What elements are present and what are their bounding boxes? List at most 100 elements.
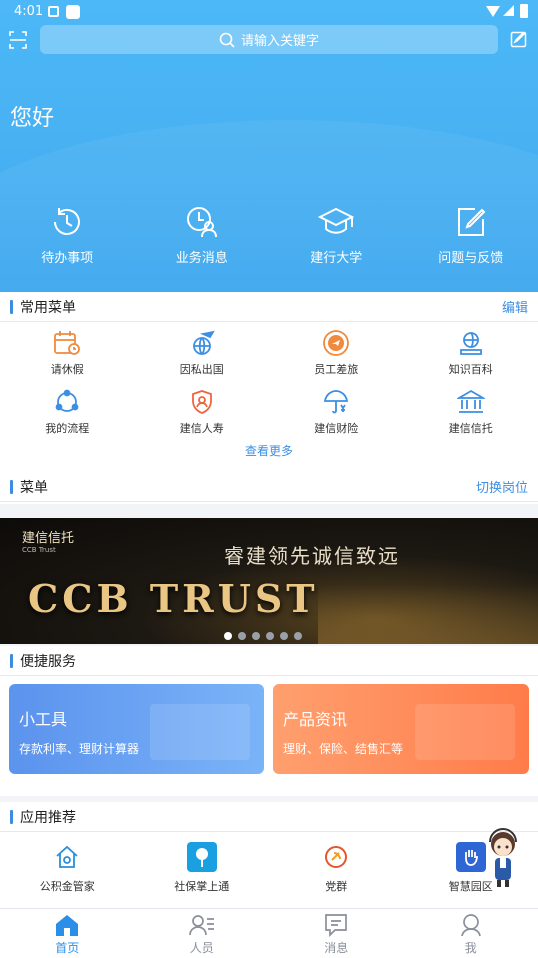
tab-me[interactable]: 我 [404, 909, 538, 958]
tab-home[interactable]: 首页 [0, 909, 135, 958]
book-globe-icon [459, 332, 482, 355]
shield-person-icon [191, 390, 212, 414]
bank-building-icon [456, 389, 485, 413]
search-input[interactable]: 请输入关键字 [40, 25, 498, 54]
menu-item-label: 建信信托 [448, 422, 493, 435]
menu-item-label: 请休假 [50, 363, 84, 376]
section-marker [10, 809, 13, 824]
carousel-dot[interactable] [224, 632, 232, 640]
menu-item-label: 我的流程 [45, 422, 90, 435]
convenient-header: 便捷服务 [0, 646, 538, 676]
tree-icon [186, 842, 217, 872]
view-more-button[interactable]: 查看更多 [0, 440, 538, 468]
banner-brand-sub: CCB Trust [22, 546, 56, 554]
menu-item-knowledge[interactable]: 知识百科 [404, 322, 538, 381]
menu-item-label: 知识百科 [448, 363, 493, 376]
person-icon [460, 914, 481, 937]
quick-action-label: 问题与反馈 [438, 251, 504, 266]
clock-back-icon [54, 208, 81, 235]
app-housing-fund[interactable]: 公积金管家 [0, 832, 135, 904]
banner-logo: 建信信托 CCB Trust [22, 527, 74, 554]
greeting: 您好 [10, 106, 55, 131]
section-marker [10, 479, 13, 494]
menu-header: 菜单 切换岗位 [0, 472, 538, 502]
banner-skyline [318, 584, 538, 644]
menu-item-label: 因私出国 [179, 363, 224, 376]
message-icon [325, 914, 348, 937]
quick-action-university[interactable]: 建行大学 [269, 205, 404, 266]
edit-menu-button[interactable]: 编辑 [502, 297, 528, 316]
header-hero: 4:01 请输入关键字 您好 待办事项 业务消息 建行大学 问题与反馈 [0, 0, 538, 292]
common-menu-header: 常用菜单 编辑 [0, 292, 538, 322]
card-decoration [150, 704, 250, 760]
edit-note-icon [457, 208, 486, 236]
tab-label: 人员 [189, 941, 214, 955]
carousel-dot[interactable] [266, 632, 274, 640]
quick-action-todo[interactable]: 待办事项 [0, 205, 135, 266]
section-title: 菜单 [20, 479, 48, 496]
search-placeholder: 请输入关键字 [240, 34, 319, 49]
section-title: 常用菜单 [20, 299, 76, 316]
user-clock-icon [186, 207, 217, 238]
battery-icon [520, 4, 528, 18]
menu-section: 菜单 切换岗位 [0, 472, 538, 504]
app-label: 党群 [325, 880, 348, 893]
quick-action-label: 待办事项 [41, 251, 94, 266]
menu-item-trust[interactable]: 建信信托 [404, 381, 538, 440]
calendar-icon [54, 331, 81, 355]
tab-label: 消息 [324, 941, 349, 955]
quick-action-label: 业务消息 [175, 251, 228, 266]
section-title: 应用推荐 [20, 809, 76, 826]
quick-actions: 待办事项 业务消息 建行大学 问题与反馈 [0, 205, 538, 266]
house-shield-icon [52, 842, 82, 872]
section-title: 便捷服务 [20, 653, 76, 670]
tools-card[interactable]: 小工具 存款利率、理财计算器 [9, 684, 264, 774]
app-label: 公积金管家 [39, 880, 95, 893]
status-bar: 4:01 [0, 0, 538, 24]
wifi-icon [486, 6, 500, 17]
carousel-dot[interactable] [252, 632, 260, 640]
app-label: 社保掌上通 [174, 880, 230, 893]
quick-action-label: 建行大学 [310, 251, 363, 266]
banner-slogan: 睿建领先诚信致远 [224, 544, 400, 568]
tab-messages[interactable]: 消息 [269, 909, 404, 958]
carousel-dots[interactable] [224, 632, 302, 640]
scan-icon[interactable] [8, 30, 28, 50]
quick-action-feedback[interactable]: 问题与反馈 [404, 205, 538, 266]
menu-item-travel[interactable]: 员工差旅 [269, 322, 404, 381]
bottom-tab-bar: 首页 人员 消息 我 [0, 908, 538, 958]
carousel-dot[interactable] [280, 632, 288, 640]
tab-label: 我 [464, 941, 477, 955]
notification-square-icon [66, 5, 80, 19]
notification-a-icon [48, 6, 59, 17]
search-icon [219, 32, 235, 48]
product-info-card[interactable]: 产品资讯 理财、保险、结售汇等 [273, 684, 529, 774]
menu-item-life-insurance[interactable]: 建信人寿 [135, 381, 270, 440]
menu-item-label: 员工差旅 [314, 363, 359, 376]
tab-contacts[interactable]: 人员 [135, 909, 270, 958]
quick-action-messages[interactable]: 业务消息 [135, 205, 270, 266]
apps-section: 应用推荐 公积金管家 社保掌上通 党群 智慧园区 [0, 802, 538, 908]
home-icon [56, 915, 79, 936]
menu-item-abroad[interactable]: 因私出国 [135, 322, 270, 381]
menu-item-process[interactable]: 我的流程 [0, 381, 135, 440]
carousel-dot[interactable] [238, 632, 246, 640]
app-social-security[interactable]: 社保掌上通 [135, 832, 270, 904]
contacts-icon [188, 915, 214, 936]
signal-icon [503, 5, 514, 16]
promo-banner[interactable]: 建信信托 CCB Trust 睿建领先诚信致远 CCB TRUST [0, 518, 538, 644]
app-party[interactable]: 党群 [269, 832, 404, 904]
tab-label: 首页 [55, 941, 80, 955]
menu-item-leave[interactable]: 请休假 [0, 322, 135, 381]
banner-brand: 建信信托 [22, 531, 75, 546]
graduation-cap-icon [318, 207, 355, 234]
common-menu-section: 常用菜单 编辑 请休假 因私出国 员工差旅 知识百科 我的流程 建信人寿 建信财… [0, 292, 538, 474]
menu-item-property-insurance[interactable]: 建信财险 [269, 381, 404, 440]
globe-plane-icon [192, 330, 215, 355]
edit-icon[interactable] [510, 30, 528, 48]
section-marker [10, 299, 13, 314]
carousel-dot[interactable] [294, 632, 302, 640]
assistant-avatar[interactable] [480, 828, 526, 888]
card-decoration [415, 704, 515, 760]
switch-position-button[interactable]: 切换岗位 [476, 477, 528, 496]
